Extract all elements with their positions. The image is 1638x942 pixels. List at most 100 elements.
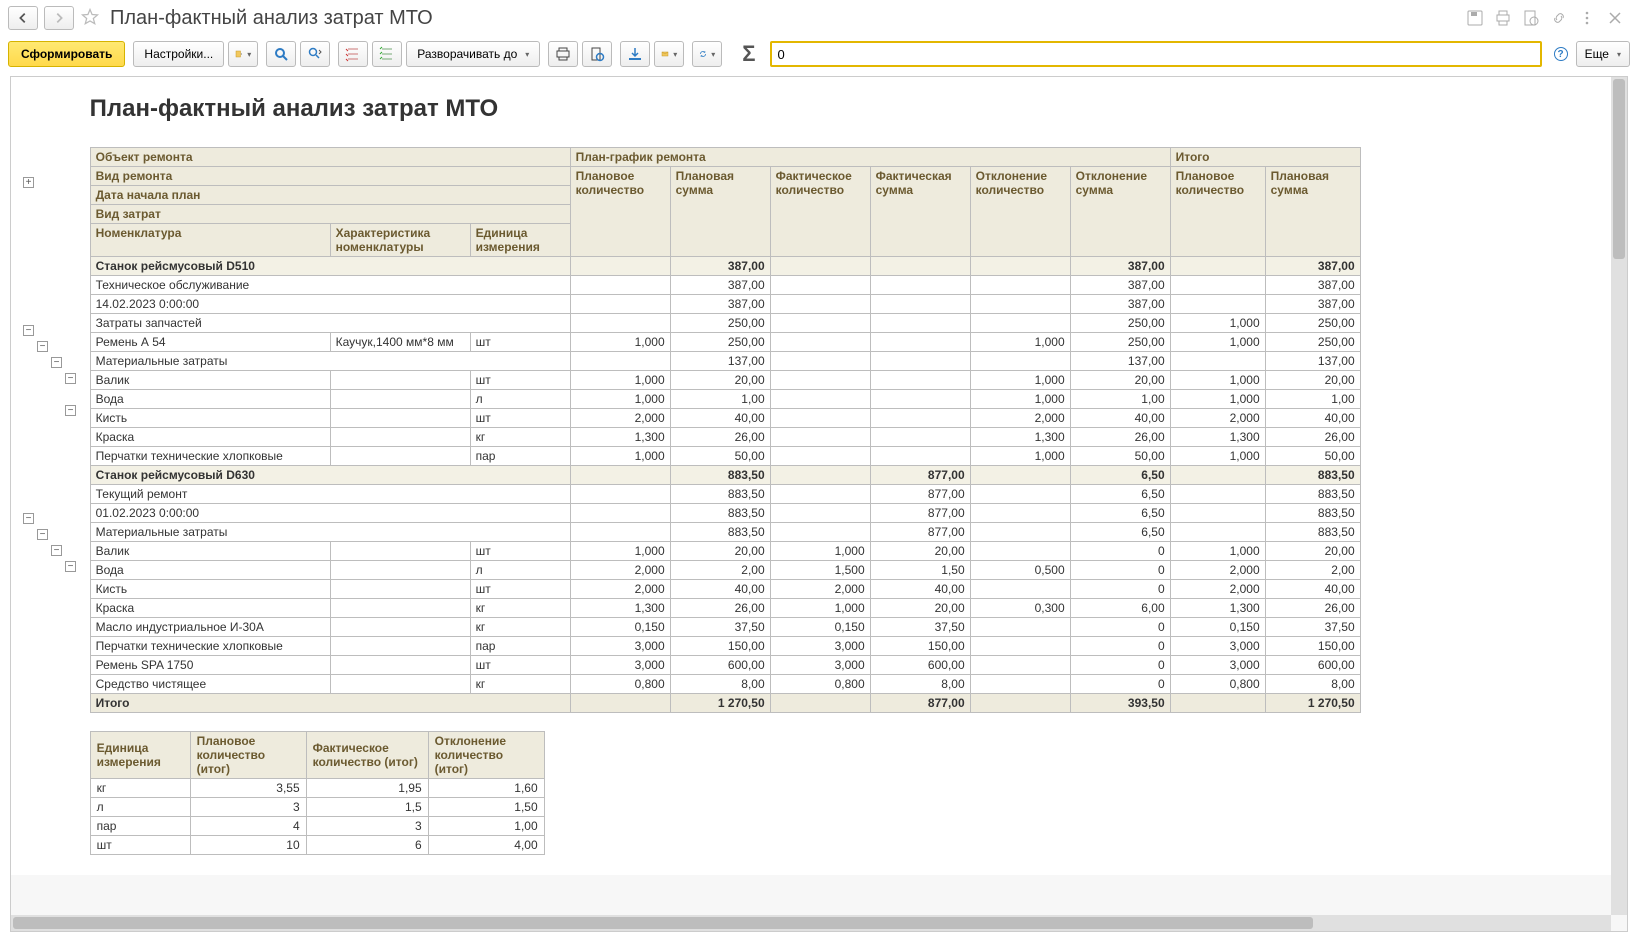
col-cost-type: Вид затрат <box>90 205 570 224</box>
print-button[interactable] <box>548 41 578 67</box>
find-button[interactable] <box>266 41 296 67</box>
table-row[interactable]: 01.02.2023 0:00:00883,50877,006,50883,50 <box>90 504 1360 523</box>
help-icon[interactable]: ? <box>1554 47 1568 61</box>
table-row[interactable]: Краскакг1,30026,001,30026,001,30026,00 <box>90 428 1360 447</box>
cell: шт <box>470 333 570 352</box>
unfold-to-button[interactable]: Разворачивать до▾ <box>406 41 540 67</box>
save-icon[interactable] <box>1466 9 1484 27</box>
expand-all-toggle[interactable]: + <box>23 177 34 188</box>
table-row[interactable]: Перчатки технические хлопковыепар3,00015… <box>90 637 1360 656</box>
collapse-groups-button[interactable] <box>338 41 368 67</box>
table-row[interactable]: Масло индустриальное И-30Акг0,15037,500,… <box>90 618 1360 637</box>
cell: пар <box>470 447 570 466</box>
col-plan-qty: Плановое количество <box>570 167 670 257</box>
summary-row[interactable]: пар431,00 <box>90 817 544 836</box>
vertical-scrollbar[interactable] <box>1611 77 1627 915</box>
cell: 3,000 <box>770 656 870 675</box>
table-row[interactable]: 14.02.2023 0:00:00387,00387,00387,00 <box>90 295 1360 314</box>
tree-toggle[interactable]: − <box>65 373 76 384</box>
table-row[interactable]: Краскакг1,30026,001,00020,000,3006,001,3… <box>90 599 1360 618</box>
print-preview-button[interactable] <box>582 41 612 67</box>
cell <box>970 542 1070 561</box>
refresh-button[interactable]: ▾ <box>692 41 722 67</box>
cell: Краска <box>90 428 330 447</box>
cell <box>1170 466 1265 485</box>
cell: 20,00 <box>670 542 770 561</box>
more-button[interactable]: Еще▾ <box>1576 41 1630 67</box>
cell <box>970 314 1070 333</box>
col-fact-sum: Фактическая сумма <box>870 167 970 257</box>
cell: Каучук,1400 мм*8 мм <box>330 333 470 352</box>
cell: Ремень SPA 1750 <box>90 656 330 675</box>
close-icon[interactable] <box>1606 9 1624 27</box>
table-row[interactable]: Ремень SPA 1750шт3,000600,003,000600,000… <box>90 656 1360 675</box>
cell: 250,00 <box>1265 333 1360 352</box>
nav-back-button[interactable] <box>8 6 38 30</box>
cell: 1,000 <box>1170 371 1265 390</box>
link-icon[interactable] <box>1550 9 1568 27</box>
col-dev-qty: Отклонение количество <box>970 167 1070 257</box>
table-row[interactable]: Материальные затраты883,50877,006,50883,… <box>90 523 1360 542</box>
preview-icon[interactable] <box>1522 9 1540 27</box>
cell: 387,00 <box>670 295 770 314</box>
col-object: Объект ремонта <box>90 148 570 167</box>
summary-row[interactable]: л31,51,50 <box>90 798 544 817</box>
table-row[interactable]: Валикшт1,00020,001,00020,0001,00020,00 <box>90 542 1360 561</box>
send-email-button[interactable]: ▾ <box>654 41 684 67</box>
cell: 0 <box>1070 675 1170 694</box>
table-row[interactable]: Станок рейсмусовый D510387,00387,00387,0… <box>90 257 1360 276</box>
table-row[interactable]: Станок рейсмусовый D630883,50877,006,508… <box>90 466 1360 485</box>
summary-row[interactable]: шт1064,00 <box>90 836 544 855</box>
tree-toggle[interactable]: − <box>65 561 76 572</box>
summary-row[interactable]: кг3,551,951,60 <box>90 779 544 798</box>
cell: пар <box>90 817 190 836</box>
cell: 1,000 <box>570 371 670 390</box>
table-row[interactable]: Техническое обслуживание387,00387,00387,… <box>90 276 1360 295</box>
table-row[interactable]: Валикшт1,00020,001,00020,001,00020,00 <box>90 371 1360 390</box>
tree-toggle[interactable]: − <box>37 529 48 540</box>
col-dev-sum: Отклонение сумма <box>1070 167 1170 257</box>
cell: Кисть <box>90 580 330 599</box>
cell <box>770 409 870 428</box>
col-tot-plan-sum: Плановая сумма <box>1265 167 1360 257</box>
cell: 1,000 <box>970 371 1070 390</box>
cell: 250,00 <box>1265 314 1360 333</box>
table-row[interactable]: Водал2,0002,001,5001,500,50002,0002,00 <box>90 561 1360 580</box>
cell: 1,5 <box>306 798 428 817</box>
cell: 883,50 <box>670 504 770 523</box>
cell <box>970 466 1070 485</box>
table-row[interactable]: Средство чистящеекг0,8008,000,8008,0000,… <box>90 675 1360 694</box>
tree-toggle[interactable]: − <box>37 341 48 352</box>
table-row[interactable]: Текущий ремонт883,50877,006,50883,50 <box>90 485 1360 504</box>
toolbar: Сформировать Настройки... ▾ Разворачиват… <box>0 36 1638 72</box>
tree-toggle[interactable]: − <box>51 357 62 368</box>
tree-toggle[interactable]: − <box>23 325 34 336</box>
table-row[interactable]: Материальные затраты137,00137,00137,00 <box>90 352 1360 371</box>
cell <box>570 504 670 523</box>
nav-forward-button[interactable] <box>44 6 74 30</box>
generate-button[interactable]: Сформировать <box>8 41 125 67</box>
table-row[interactable]: Водал1,0001,001,0001,001,0001,00 <box>90 390 1360 409</box>
table-row[interactable]: Ремень А 54Каучук,1400 мм*8 ммшт1,000250… <box>90 333 1360 352</box>
sum-input[interactable] <box>770 41 1542 67</box>
tree-toggle[interactable]: − <box>65 405 76 416</box>
report-area[interactable]: + − − − − − − − − − План-фактный анализ … <box>10 76 1628 932</box>
print-icon[interactable] <box>1494 9 1512 27</box>
table-row[interactable]: Кистьшт2,00040,002,00040,002,00040,00 <box>90 409 1360 428</box>
save-file-button[interactable] <box>620 41 650 67</box>
cell: 1,300 <box>1170 428 1265 447</box>
horizontal-scrollbar[interactable] <box>11 915 1611 931</box>
table-row[interactable]: Затраты запчастей250,00250,001,000250,00 <box>90 314 1360 333</box>
find-next-button[interactable] <box>300 41 330 67</box>
more-button-label: Еще <box>1585 47 1609 61</box>
table-row[interactable]: Перчатки технические хлопковыепар1,00050… <box>90 447 1360 466</box>
tree-toggle[interactable]: − <box>51 545 62 556</box>
settings-button[interactable]: Настройки... <box>133 41 224 67</box>
more-vert-icon[interactable] <box>1578 9 1596 27</box>
table-row[interactable]: Кистьшт2,00040,002,00040,0002,00040,00 <box>90 580 1360 599</box>
tree-toggle[interactable]: − <box>23 513 34 524</box>
settings-variants-button[interactable]: ▾ <box>228 41 258 67</box>
favorite-star-icon[interactable] <box>80 7 100 30</box>
expand-groups-button[interactable] <box>372 41 402 67</box>
cell <box>970 257 1070 276</box>
